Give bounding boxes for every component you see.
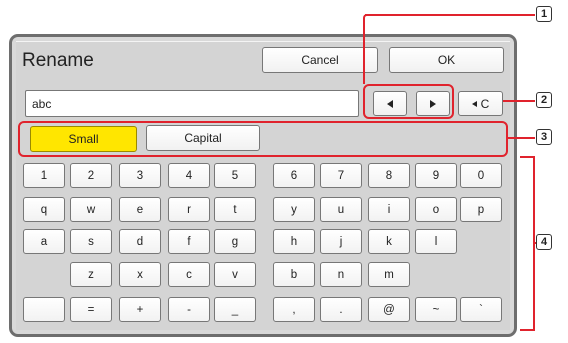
backspace-icon [471,100,477,107]
key[interactable]: 3 [119,163,161,188]
key[interactable]: v [214,262,256,287]
key[interactable]: b [273,262,315,287]
key[interactable]: c [168,262,210,287]
cancel-button[interactable]: Cancel [262,47,378,73]
key[interactable]: e [119,197,161,222]
callout-1-leader [363,14,376,84]
key[interactable]: = [70,297,112,322]
key[interactable]: g [214,229,256,254]
key[interactable]: t [214,197,256,222]
key[interactable]: n [320,262,362,287]
callout-3-number: 3 [536,129,552,145]
key[interactable]: 7 [320,163,362,188]
callout-1-number: 1 [536,6,552,22]
key[interactable]: m [368,262,410,287]
callout-2-number: 2 [536,92,552,108]
key[interactable]: _ [214,297,256,322]
key[interactable]: p [460,197,502,222]
key[interactable]: 9 [415,163,457,188]
key[interactable]: a [23,229,65,254]
key[interactable]: 6 [273,163,315,188]
key[interactable]: + [119,297,161,322]
space-key[interactable] [23,297,65,322]
key[interactable]: 1 [23,163,65,188]
key[interactable]: @ [368,297,410,322]
callout-1-line [365,14,535,16]
key[interactable]: k [368,229,410,254]
name-input-value: abc [32,96,52,111]
key[interactable]: q [23,197,65,222]
key[interactable]: h [273,229,315,254]
name-input[interactable]: abc [25,90,359,117]
key[interactable]: z [70,262,112,287]
key[interactable]: y [273,197,315,222]
callout-1-box [363,84,454,119]
key[interactable]: 2 [70,163,112,188]
key[interactable]: 4 [168,163,210,188]
callout-2-line [503,100,535,102]
key[interactable]: , [273,297,315,322]
ok-button[interactable]: OK [389,47,504,73]
key[interactable]: l [415,229,457,254]
key[interactable]: w [70,197,112,222]
key[interactable]: x [119,262,161,287]
key[interactable]: ` [460,297,502,322]
key[interactable]: ~ [415,297,457,322]
callout-3-line [508,137,535,139]
callout-3-box [18,121,508,157]
backspace-clear-button[interactable]: C [458,91,503,116]
key[interactable]: r [168,197,210,222]
key[interactable]: - [168,297,210,322]
key[interactable]: j [320,229,362,254]
key[interactable]: 8 [368,163,410,188]
key[interactable]: f [168,229,210,254]
dialog-title: Rename [22,50,94,71]
key[interactable]: 0 [460,163,502,188]
key[interactable]: 5 [214,163,256,188]
key[interactable]: u [320,197,362,222]
clear-label: C [480,96,490,111]
callout-4-number: 4 [536,234,552,250]
key[interactable]: i [368,197,410,222]
key[interactable]: o [415,197,457,222]
key[interactable]: s [70,229,112,254]
key[interactable]: d [119,229,161,254]
callout-4-bottom [520,329,535,331]
key[interactable]: . [320,297,362,322]
